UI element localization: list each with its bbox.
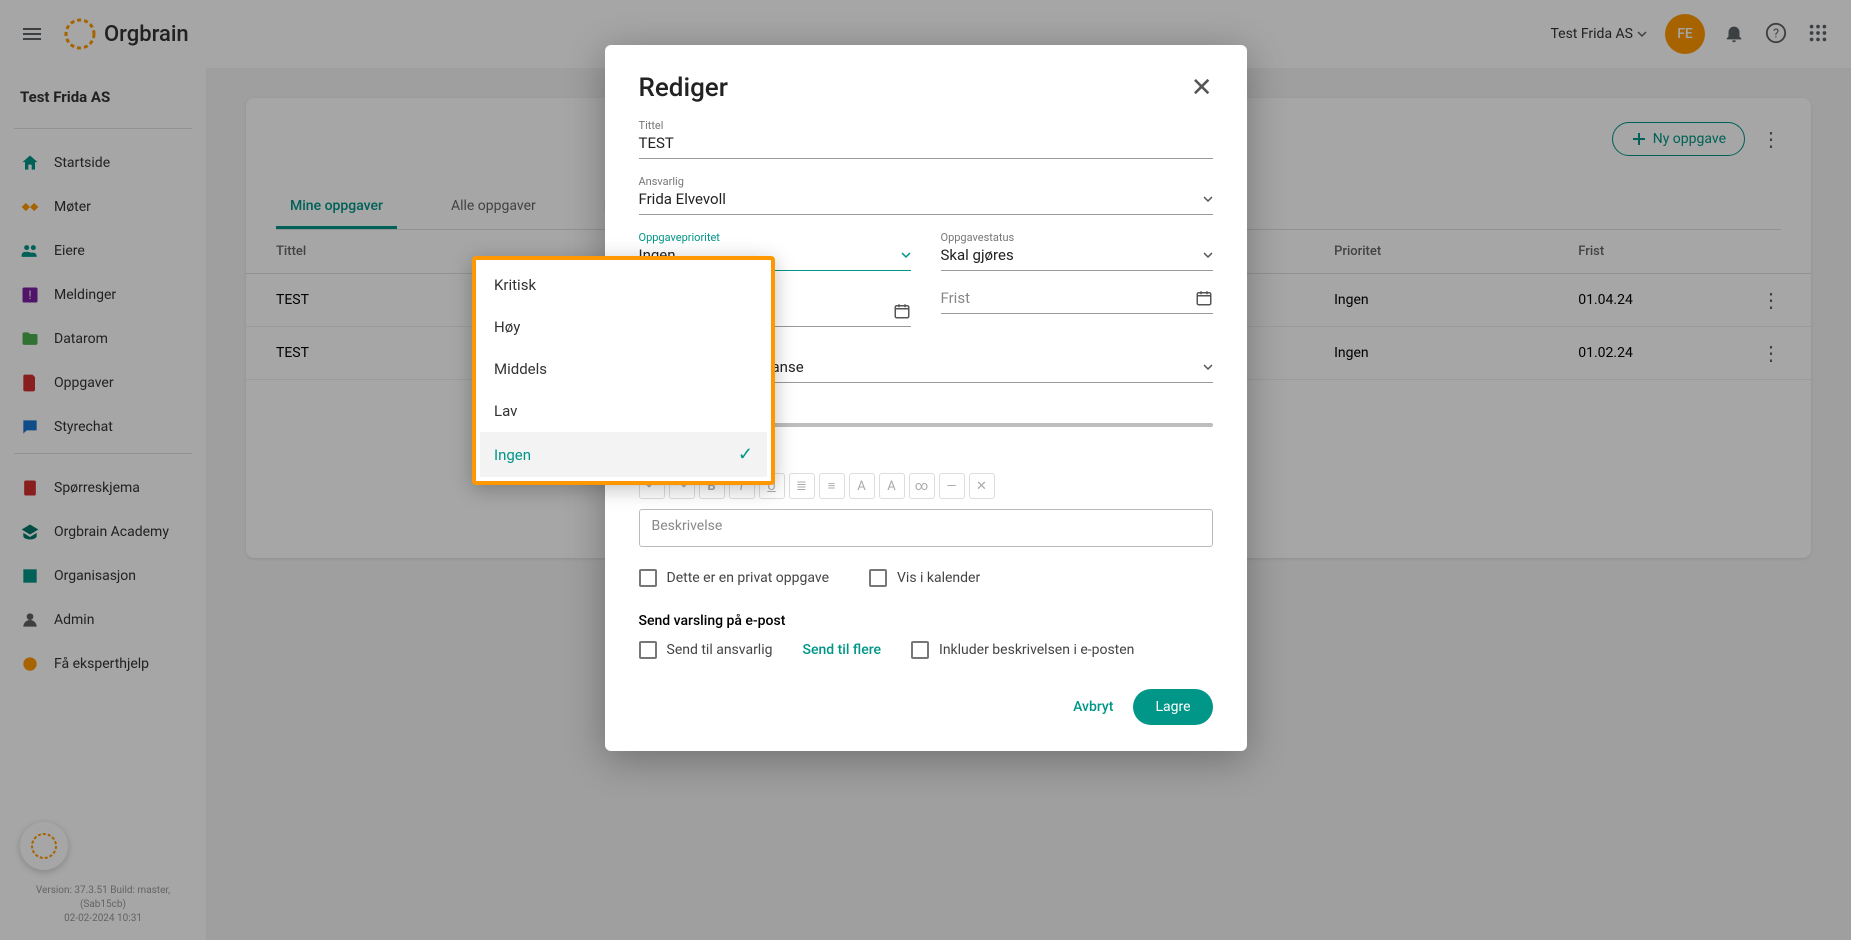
send-notification-label: Send varsling på e-post (639, 613, 1213, 629)
field-responsible-value[interactable]: Frida Elvevoll (639, 188, 1213, 215)
show-calendar-checkbox[interactable]: Vis i kalender (869, 569, 980, 587)
priority-option-middels[interactable]: Middels (480, 348, 767, 390)
priority-option-ingen-label: Ingen (494, 446, 531, 464)
checkbox-icon (911, 641, 929, 659)
save-button[interactable]: Lagre (1133, 689, 1212, 725)
field-deadline[interactable]: Frist (941, 287, 1213, 327)
priority-option-ingen[interactable]: Ingen ✓ (480, 432, 767, 477)
priority-option-kritisk[interactable]: Kritisk (480, 264, 767, 306)
chevron-down-icon (1203, 250, 1213, 260)
field-title-value[interactable]: TEST (639, 132, 1213, 159)
calendar-icon[interactable] (893, 302, 911, 320)
private-task-checkbox[interactable]: Dette er en privat oppgave (639, 569, 830, 587)
modal-title: Rediger (639, 73, 728, 103)
clear-formatting-button[interactable]: ✕ (969, 473, 995, 499)
send-options-row: Send til ansvarlig Send til flere Inklud… (639, 641, 1213, 659)
include-desc-label: Inkluder beskrivelsen i e-posten (939, 642, 1134, 658)
field-title-label: Tittel (639, 119, 1213, 132)
field-status-text: Skal gjøres (941, 246, 1014, 264)
description-placeholder: Beskrivelse (652, 518, 723, 534)
highlight-button[interactable]: A (879, 473, 905, 499)
link-button[interactable]: ∞ (909, 473, 935, 499)
field-status-value[interactable]: Skal gjøres (941, 244, 1213, 271)
field-priority-label: Oppgaveprioritet (639, 231, 911, 244)
show-calendar-label: Vis i kalender (897, 570, 980, 586)
chevron-down-icon (1203, 362, 1213, 372)
field-title[interactable]: Tittel TEST (639, 119, 1213, 159)
check-icon: ✓ (738, 444, 753, 465)
priority-option-lav[interactable]: Lav (480, 390, 767, 432)
field-responsible-label: Ansvarlig (639, 175, 1213, 188)
modal-header: Rediger ✕ (639, 73, 1213, 103)
modal-footer: Avbryt Lagre (639, 689, 1213, 725)
checkbox-icon (869, 569, 887, 587)
priority-dropdown: Kritisk Høy Middels Lav Ingen ✓ (472, 256, 775, 485)
include-desc-checkbox[interactable]: Inkluder beskrivelsen i e-posten (911, 641, 1134, 659)
priority-option-hoy[interactable]: Høy (480, 306, 767, 348)
calendar-icon[interactable] (1195, 289, 1213, 307)
field-deadline-placeholder: Frist (941, 289, 970, 307)
field-status[interactable]: Oppgavestatus Skal gjøres (941, 231, 1213, 271)
cancel-button[interactable]: Avbryt (1073, 699, 1113, 715)
send-to-more-link[interactable]: Send til flere (802, 642, 881, 658)
checkbox-icon (639, 569, 657, 587)
private-task-label: Dette er en privat oppgave (667, 570, 830, 586)
field-deadline-value[interactable]: Frist (941, 287, 1213, 314)
close-icon[interactable]: ✕ (1191, 73, 1213, 103)
options-row-1: Dette er en privat oppgave Vis i kalende… (639, 569, 1213, 587)
checkbox-icon (639, 641, 657, 659)
field-responsible[interactable]: Ansvarlig Frida Elvevoll (639, 175, 1213, 215)
numbered-list-button[interactable]: ≡ (819, 473, 845, 499)
send-to-responsible-label: Send til ansvarlig (667, 642, 773, 658)
chevron-down-icon (1203, 194, 1213, 204)
field-responsible-text: Frida Elvevoll (639, 190, 726, 208)
text-color-button[interactable]: A (849, 473, 875, 499)
chevron-down-icon (901, 250, 911, 260)
field-status-label: Oppgavestatus (941, 231, 1213, 244)
bullet-list-button[interactable]: ≣ (789, 473, 815, 499)
description-textarea[interactable]: Beskrivelse (639, 509, 1213, 547)
send-to-responsible-checkbox[interactable]: Send til ansvarlig (639, 641, 773, 659)
hr-button[interactable]: — (939, 473, 965, 499)
